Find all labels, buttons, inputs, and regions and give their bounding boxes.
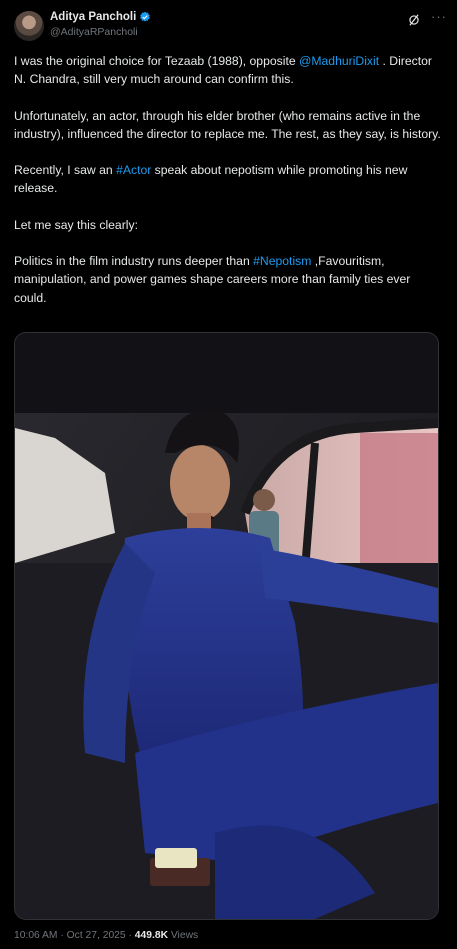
- verified-badge-icon: [140, 11, 151, 22]
- text-segment: Recently, I saw an: [14, 163, 117, 178]
- tweet-text: I was the original choice for Tezaab (19…: [14, 52, 442, 307]
- hashtag-link[interactable]: #Actor: [116, 163, 151, 177]
- text-segment: I was the original choice for Tezaab (19…: [14, 54, 299, 68]
- tweet-date[interactable]: Oct 27, 2025: [67, 930, 126, 941]
- views-count: 449.8K: [134, 930, 169, 941]
- tweet-header: Aditya Pancholi @AdityaRPancholi ···: [14, 9, 447, 43]
- tweet-paragraph-2: Unfortunately, an actor, through his eld…: [14, 108, 441, 141]
- author-display-name-text[interactable]: Aditya Pancholi: [50, 11, 136, 23]
- avatar[interactable]: [14, 11, 44, 41]
- tweet-paragraph-4: Let me say this clearly:: [14, 217, 138, 232]
- more-options-icon[interactable]: ···: [431, 9, 447, 24]
- tweet-paragraph-3: Recently, I saw an #Actor speak about ne…: [14, 161, 442, 198]
- author-display-name[interactable]: Aditya Pancholi: [50, 11, 151, 23]
- views-label: Views: [168, 930, 199, 941]
- tweet-meta: 10:06 AM · Oct 27, 2025 · 449.8K Views: [14, 930, 198, 941]
- hashtag-link[interactable]: #Nepotism: [253, 254, 311, 268]
- author-names: Aditya Pancholi @AdityaRPancholi: [50, 11, 151, 38]
- text-segment: Politics in the film industry runs deepe…: [14, 254, 254, 269]
- separator: ·: [125, 930, 135, 941]
- photo-illustration: [15, 333, 438, 919]
- author-handle[interactable]: @AdityaRPancholi: [50, 26, 151, 38]
- separator: ·: [57, 930, 67, 941]
- grok-icon[interactable]: [407, 13, 421, 27]
- tweet-paragraph-1: I was the original choice for Tezaab (19…: [14, 52, 442, 89]
- mention-link[interactable]: @MadhuriDixit: [299, 54, 379, 68]
- tweet-paragraph-5: Politics in the film industry runs deepe…: [14, 252, 442, 307]
- tweet-photo[interactable]: [14, 332, 439, 920]
- tweet-time[interactable]: 10:06 AM: [14, 930, 58, 941]
